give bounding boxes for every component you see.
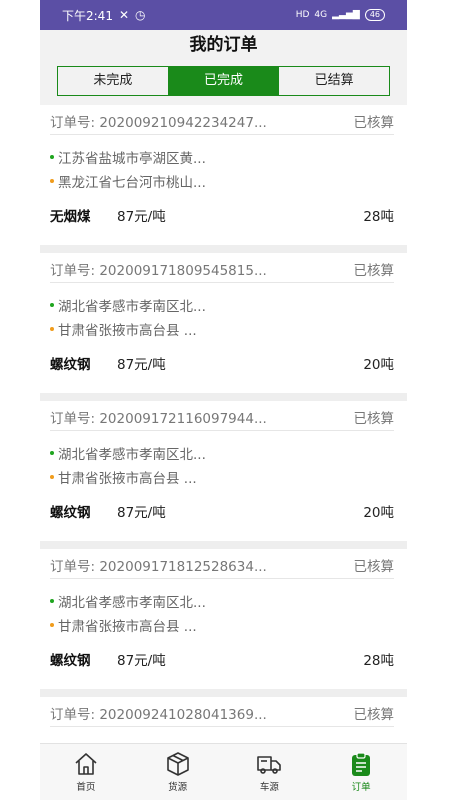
goods-name: 螺纹钢	[50, 653, 91, 669]
page-title: 我的订单	[40, 30, 407, 60]
order-card[interactable]: 订单号: 202009241028041369... 已核算	[40, 697, 407, 743]
destination-dot-icon	[50, 179, 54, 183]
order-list[interactable]: 订单号: 202009210942234247... 已核算 江苏省盐城市亭湖区…	[40, 105, 407, 743]
card-separator	[40, 689, 407, 697]
unit-price: 87元/吨	[117, 653, 166, 669]
home-icon	[75, 753, 97, 775]
destination-dot-icon	[50, 475, 54, 479]
order-card[interactable]: 订单号: 202009172116097944... 已核算 湖北省孝感市孝南区…	[40, 401, 407, 541]
weight: 28吨	[363, 209, 394, 225]
phone-screen: 下午2:41 ✕ ◷ HD 4G ▂▃▅▇ 46 我的订单 未完成 已完成 已结…	[40, 0, 407, 800]
origin-dot-icon	[50, 303, 54, 307]
destination-dot-icon	[50, 327, 54, 331]
nav-home[interactable]: 首页	[40, 744, 132, 800]
weight: 20吨	[363, 357, 394, 373]
box-icon	[166, 752, 189, 776]
destination-address: 甘肃省张掖市高台县 ...	[58, 619, 197, 635]
order-number: 订单号: 202009241028041369...	[50, 706, 267, 723]
order-status: 已核算	[353, 706, 395, 723]
tab-finished[interactable]: 已完成	[167, 67, 279, 95]
nav-vehicles[interactable]: 车源	[224, 744, 316, 800]
nav-orders-label: 订单	[351, 782, 371, 793]
order-status: 已核算	[353, 114, 395, 131]
origin-dot-icon	[50, 155, 54, 159]
status-bar: 下午2:41 ✕ ◷ HD 4G ▂▃▅▇ 46	[40, 0, 407, 30]
mute-icon: ✕	[118, 8, 130, 22]
card-separator	[40, 393, 407, 401]
nav-vehicles-label: 车源	[259, 782, 279, 793]
status-time: 下午2:41	[62, 8, 113, 23]
card-separator	[40, 245, 407, 253]
goods-name: 螺纹钢	[50, 505, 91, 521]
origin-dot-icon	[50, 451, 54, 455]
weight: 20吨	[363, 505, 394, 521]
order-number: 订单号: 202009171809545815...	[50, 262, 267, 279]
order-tabs: 未完成 已完成 已结算	[57, 66, 390, 96]
order-status: 已核算	[353, 558, 395, 575]
tabs-bar: 未完成 已完成 已结算	[40, 60, 407, 105]
order-number: 订单号: 202009210942234247...	[50, 114, 267, 131]
order-card[interactable]: 订单号: 202009171809545815... 已核算 湖北省孝感市孝南区…	[40, 253, 407, 393]
hd-icon: HD	[295, 10, 310, 20]
origin-dot-icon	[50, 599, 54, 603]
nav-cargo-label: 货源	[168, 782, 188, 793]
battery-icon: 46	[364, 9, 385, 21]
order-status: 已核算	[353, 410, 395, 427]
card-separator	[40, 541, 407, 549]
nav-cargo[interactable]: 货源	[132, 744, 224, 800]
tab-settled[interactable]: 已结算	[278, 67, 389, 95]
alarm-icon: ◷	[135, 8, 146, 22]
truck-icon	[257, 756, 282, 774]
origin-address: 湖北省孝感市孝南区北...	[58, 299, 206, 315]
order-number: 订单号: 202009172116097944...	[50, 410, 267, 427]
unit-price: 87元/吨	[117, 209, 166, 225]
clipboard-icon	[352, 752, 371, 776]
unit-price: 87元/吨	[117, 357, 166, 373]
order-status: 已核算	[353, 262, 395, 279]
origin-address: 湖北省孝感市孝南区北...	[58, 447, 206, 463]
destination-address: 黑龙江省七台河市桃山...	[58, 175, 206, 191]
destination-address: 甘肃省张掖市高台县 ...	[58, 471, 197, 487]
origin-address: 江苏省盐城市亭湖区黄...	[58, 151, 206, 167]
order-card[interactable]: 订单号: 202009210942234247... 已核算 江苏省盐城市亭湖区…	[40, 105, 407, 245]
origin-address: 湖北省孝感市孝南区北...	[58, 595, 206, 611]
unit-price: 87元/吨	[117, 505, 166, 521]
nav-home-label: 首页	[76, 782, 96, 793]
nav-orders[interactable]: 订单	[315, 744, 407, 800]
order-number: 订单号: 202009171812528634...	[50, 558, 267, 575]
bottom-nav: 首页 货源 车源 订单	[40, 743, 407, 800]
order-card[interactable]: 订单号: 202009171812528634... 已核算 湖北省孝感市孝南区…	[40, 549, 407, 689]
destination-address: 甘肃省张掖市高台县 ...	[58, 323, 197, 339]
signal-icon: ▂▃▅▇	[332, 10, 360, 20]
goods-name: 无烟煤	[50, 209, 91, 225]
signal-label: 4G	[314, 10, 328, 20]
destination-dot-icon	[50, 623, 54, 627]
tab-unfinished[interactable]: 未完成	[58, 67, 168, 95]
goods-name: 螺纹钢	[50, 357, 91, 373]
weight: 28吨	[363, 653, 394, 669]
